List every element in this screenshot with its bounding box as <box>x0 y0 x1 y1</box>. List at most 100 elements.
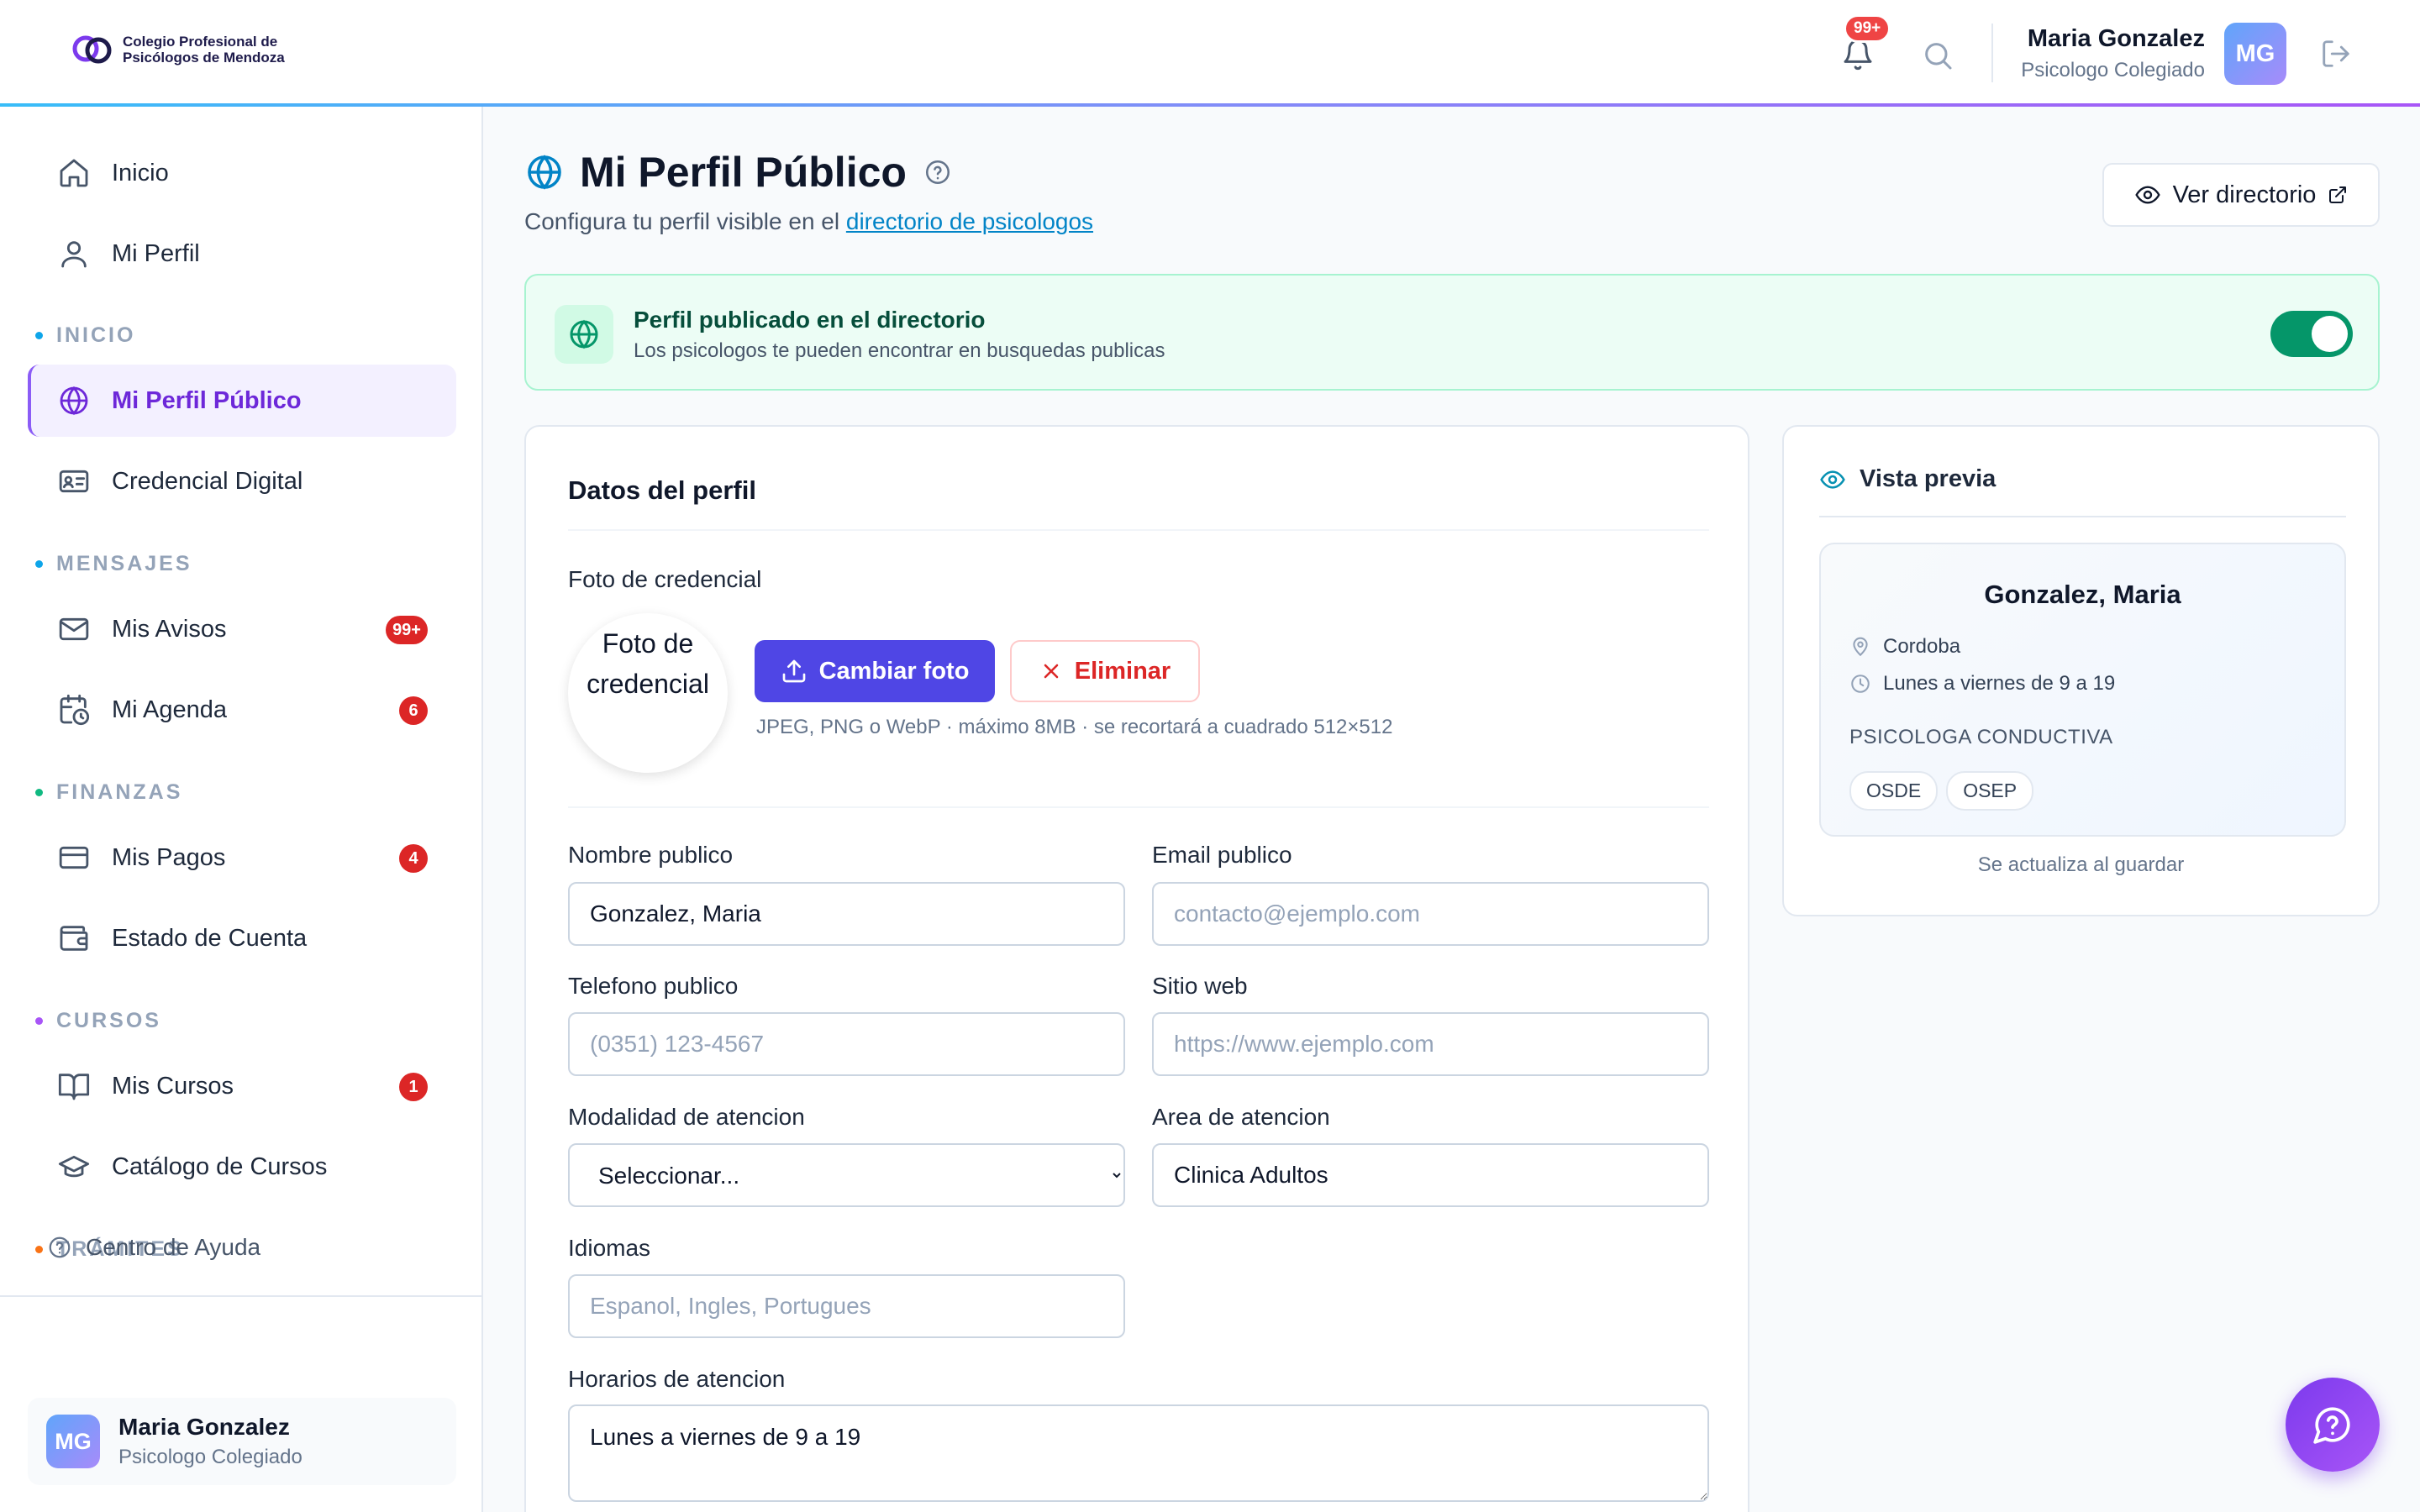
header-user-role: Psicologo Colegiado <box>2021 59 2205 81</box>
publish-toggle[interactable] <box>2270 311 2353 357</box>
idiomas-input[interactable] <box>568 1274 1125 1338</box>
sidebar-item-pagos[interactable]: Mis Pagos 4 <box>28 822 456 894</box>
sidebar-item-label: Mis Cursos <box>112 1072 234 1100</box>
preview-location: Cordoba <box>1883 635 1961 658</box>
preview-specialty: PSICOLOGA CONDUCTIVA <box>1849 726 2113 748</box>
notification-count-badge: 99+ <box>1844 14 1891 43</box>
sidebar-item-inicio[interactable]: Inicio <box>28 137 456 209</box>
eye-icon <box>2134 186 2160 204</box>
sidebar-item-perfil-publico[interactable]: Mi Perfil Público <box>28 365 456 437</box>
view-directory-button[interactable]: Ver directorio <box>2102 163 2380 227</box>
idiomas-label: Idiomas <box>568 1235 651 1261</box>
published-banner: Perfil publicado en el directorio Los ps… <box>524 274 2380 391</box>
home-icon <box>56 155 92 191</box>
search-icon <box>1925 43 1952 70</box>
id-card-icon <box>56 464 92 499</box>
chat-help-icon <box>2313 1407 2350 1444</box>
subtitle-text: Configura tu perfil visible en el <box>524 208 840 234</box>
telefono-input[interactable] <box>568 1012 1125 1076</box>
sidebar-item-label: Inicio <box>112 159 169 186</box>
section-dot <box>35 1246 43 1253</box>
search-button[interactable] <box>1918 35 1958 76</box>
globe-icon <box>56 383 92 418</box>
section-dot <box>35 789 43 796</box>
preview-location-row: Cordoba <box>1849 635 1960 659</box>
clock-icon <box>1851 675 1870 693</box>
section-label-text: FINANZAS <box>56 780 183 804</box>
sidebar-item-catalogo[interactable]: Catálogo de Cursos <box>28 1131 456 1203</box>
toggle-knob <box>2312 316 2348 352</box>
header-divider <box>1991 24 1993 82</box>
header-user-name: Maria Gonzalez <box>2027 25 2205 52</box>
area-label: Area de atencion <box>1152 1104 1330 1130</box>
credit-card-icon <box>56 840 92 875</box>
logo-icon <box>72 35 112 64</box>
sidebar-item-label: Mis Pagos <box>112 843 226 871</box>
email-label: Email publico <box>1152 842 1292 868</box>
horarios-textarea[interactable]: Lunes a viernes de 9 a 19 <box>568 1404 1709 1502</box>
web-label: Sitio web <box>1152 973 1248 999</box>
user-icon <box>56 236 92 271</box>
sidebar-item-label: Estado de Cuenta <box>112 924 308 952</box>
sidebar-item-agenda[interactable]: Mi Agenda 6 <box>28 674 456 746</box>
section-dot <box>35 1017 43 1025</box>
preview-divider <box>1819 516 2346 517</box>
globe-icon <box>528 155 561 190</box>
mail-icon <box>56 612 92 647</box>
sidebar-item-credencial[interactable]: Credencial Digital <box>28 445 456 517</box>
delete-photo-button[interactable]: Eliminar <box>1010 640 1200 702</box>
form-card-title: Datos del perfil <box>568 475 756 505</box>
email-input[interactable] <box>1152 882 1709 946</box>
sidebar-item-estado-cuenta[interactable]: Estado de Cuenta <box>28 902 456 974</box>
help-icon[interactable] <box>923 158 952 186</box>
sidebar-user-avatar: MG <box>46 1415 100 1468</box>
sidebar-user-name: Maria Gonzalez <box>118 1414 290 1440</box>
profile-form-card: Datos del perfil Foto de credencial Foto… <box>524 425 1749 1512</box>
section-dot <box>35 560 43 568</box>
horarios-label: Horarios de atencion <box>568 1366 786 1392</box>
sidebar: Inicio Mi Perfil INICIO Mi Perfil Públic… <box>0 107 483 1512</box>
change-photo-label: Cambiar foto <box>818 657 970 685</box>
chat-help-button[interactable] <box>2286 1378 2380 1472</box>
sidebar-item-label: Mi Perfil <box>112 239 200 267</box>
page-title: Mi Perfil Público <box>580 149 907 196</box>
preview-header: Vista previa <box>1819 465 1996 493</box>
sidebar-item-label: Mis Avisos <box>112 615 227 643</box>
sidebar-user-card[interactable]: MG Maria Gonzalez Psicologo Colegiado <box>28 1398 456 1485</box>
banner-title: Perfil publicado en el directorio <box>634 307 986 333</box>
sidebar-item-label: Credencial Digital <box>112 467 303 495</box>
logout-button[interactable] <box>2316 34 2356 74</box>
org-name-line1: Colegio Profesional de <box>123 34 278 50</box>
nombre-input[interactable] <box>568 882 1125 946</box>
help-center-label: Centro de Ayuda <box>86 1234 261 1260</box>
sidebar-item-mi-perfil[interactable]: Mi Perfil <box>28 218 456 290</box>
section-label-mensajes: MENSAJES <box>35 552 192 576</box>
graduation-cap-icon <box>56 1149 92 1184</box>
eye-icon <box>1820 470 1845 489</box>
sidebar-item-label: Catálogo de Cursos <box>112 1152 328 1180</box>
modalidad-select[interactable]: Seleccionar... <box>568 1143 1125 1207</box>
photo-alt-text: Foto de credencial <box>587 628 709 699</box>
sidebar-item-cursos[interactable]: Mis Cursos 1 <box>28 1050 456 1122</box>
top-header: Colegio Profesional de Psicólogos de Men… <box>0 0 2420 105</box>
preview-schedule-row: Lunes a viernes de 9 a 19 <box>1849 672 2115 696</box>
section-label-text: CURSOS <box>56 1009 161 1032</box>
logo[interactable]: Colegio Profesional de Psicólogos de Men… <box>71 30 285 69</box>
website-input[interactable] <box>1152 1012 1709 1076</box>
book-open-icon <box>56 1068 92 1104</box>
change-photo-button[interactable]: Cambiar foto <box>755 640 995 702</box>
cursos-badge: 1 <box>399 1073 428 1101</box>
sidebar-item-avisos[interactable]: Mis Avisos 99+ <box>28 593 456 665</box>
directory-link[interactable]: directorio de psicologos <box>846 208 1093 234</box>
org-name-line2: Psicólogos de Mendoza <box>123 50 285 66</box>
header-avatar[interactable]: MG <box>2224 23 2286 85</box>
area-input[interactable] <box>1152 1143 1709 1207</box>
help-center-link[interactable]: Centro de Ayuda <box>47 1234 260 1261</box>
preview-note: Se actualiza al guardar <box>1977 853 2185 876</box>
photo-label: Foto de credencial <box>568 566 762 592</box>
sidebar-user-role: Psicologo Colegiado <box>118 1446 302 1468</box>
telefono-label: Telefono publico <box>568 973 739 999</box>
sidebar-divider <box>0 1295 481 1297</box>
calendar-clock-icon <box>56 692 92 727</box>
avisos-badge: 99+ <box>386 616 428 644</box>
